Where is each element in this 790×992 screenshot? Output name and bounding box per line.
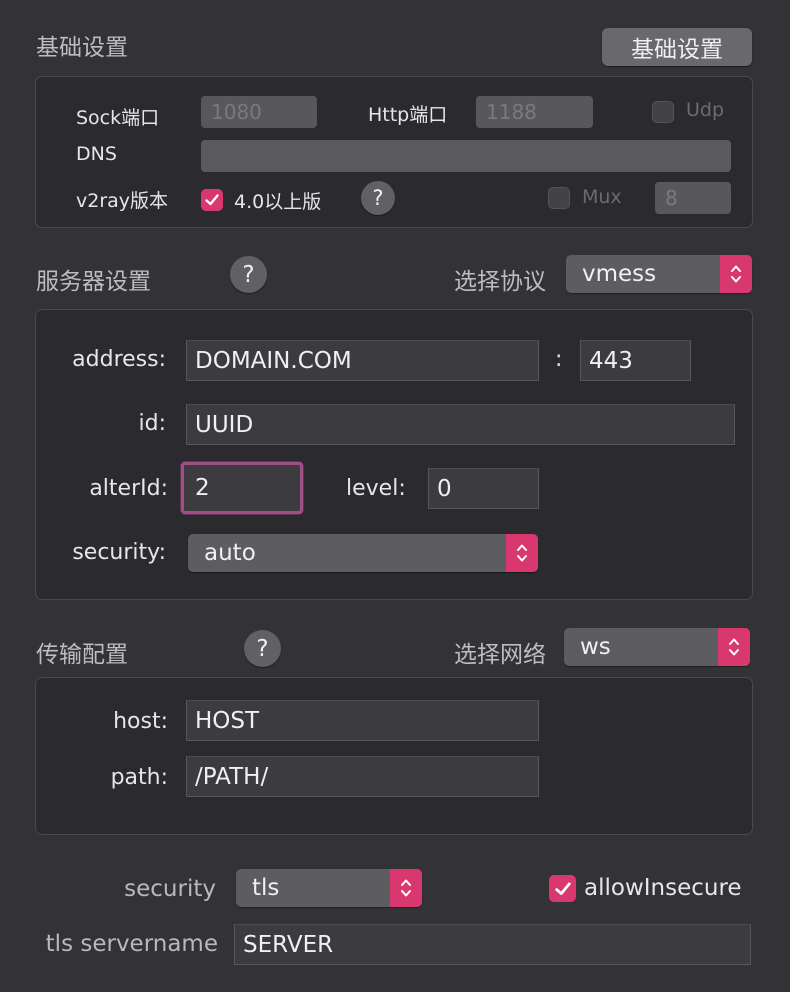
server-settings-title: 服务器设置 <box>36 269 151 295</box>
allow-insecure-label: allowInsecure <box>584 875 742 901</box>
protocol-select-value: vmess <box>582 261 657 287</box>
tls-servername-label: tls servername <box>45 931 218 957</box>
security-label: security: <box>72 540 166 565</box>
up-down-arrows-icon <box>720 255 752 293</box>
alterid-field[interactable]: 2 <box>181 462 303 514</box>
port-separator: : <box>555 347 563 372</box>
path-field[interactable]: /PATH/ <box>186 756 539 797</box>
udp-checkbox[interactable] <box>652 101 674 123</box>
mux-label: Mux <box>582 186 622 208</box>
port-field[interactable]: 443 <box>580 340 691 381</box>
tls-servername-field[interactable]: SERVER <box>234 924 751 965</box>
tls-security-select-value: tls <box>252 875 280 901</box>
security-select-value: auto <box>204 540 256 566</box>
tls-security-label: security <box>124 876 216 902</box>
address-field[interactable]: DOMAIN.COM <box>186 340 539 381</box>
network-label: 选择网络 <box>454 642 546 668</box>
up-down-arrows-icon <box>390 869 422 907</box>
sock-port-label: Sock端口 <box>76 107 160 129</box>
up-down-arrows-icon <box>718 628 750 666</box>
v2ray-version-checkbox[interactable] <box>201 189 223 211</box>
sock-port-field[interactable]: 1080 <box>201 96 317 128</box>
checkmark-icon <box>554 881 571 895</box>
http-port-label: Http端口 <box>368 104 448 126</box>
id-field[interactable]: UUID <box>186 404 735 445</box>
allow-insecure-checkbox[interactable] <box>549 875 576 902</box>
transport-settings-title: 传输配置 <box>36 642 128 668</box>
v2ray-version-label: v2ray版本 <box>76 190 168 212</box>
checkmark-icon <box>205 194 219 206</box>
http-port-field[interactable]: 1188 <box>476 96 593 128</box>
v2ray-version-check-label: 4.0以上版 <box>234 191 322 213</box>
up-down-arrows-icon <box>506 534 538 572</box>
security-select[interactable]: auto <box>188 534 538 572</box>
level-label: level: <box>346 476 406 501</box>
id-label: id: <box>138 411 167 436</box>
server-help-icon[interactable]: ? <box>230 256 267 293</box>
mux-field[interactable]: 8 <box>655 182 731 214</box>
alterid-label: alterId: <box>89 476 168 501</box>
basic-settings-title: 基础设置 <box>36 35 128 61</box>
address-label: address: <box>72 347 166 372</box>
transport-help-icon[interactable]: ? <box>244 630 281 667</box>
level-field[interactable]: 0 <box>428 468 539 509</box>
network-select-value: ws <box>580 634 611 660</box>
protocol-select[interactable]: vmess <box>566 255 752 293</box>
dns-label: DNS <box>76 143 117 165</box>
network-select[interactable]: ws <box>564 628 750 666</box>
protocol-label: 选择协议 <box>454 269 546 295</box>
udp-label: Udp <box>686 99 725 121</box>
tls-security-select[interactable]: tls <box>236 869 422 907</box>
path-label: path: <box>110 765 168 790</box>
host-field[interactable]: HOST <box>186 700 539 741</box>
basic-settings-button[interactable]: 基础设置 <box>602 28 752 66</box>
host-label: host: <box>113 709 168 734</box>
basic-help-icon[interactable]: ? <box>361 181 395 215</box>
dns-field[interactable] <box>201 140 731 172</box>
mux-checkbox[interactable] <box>548 187 570 209</box>
